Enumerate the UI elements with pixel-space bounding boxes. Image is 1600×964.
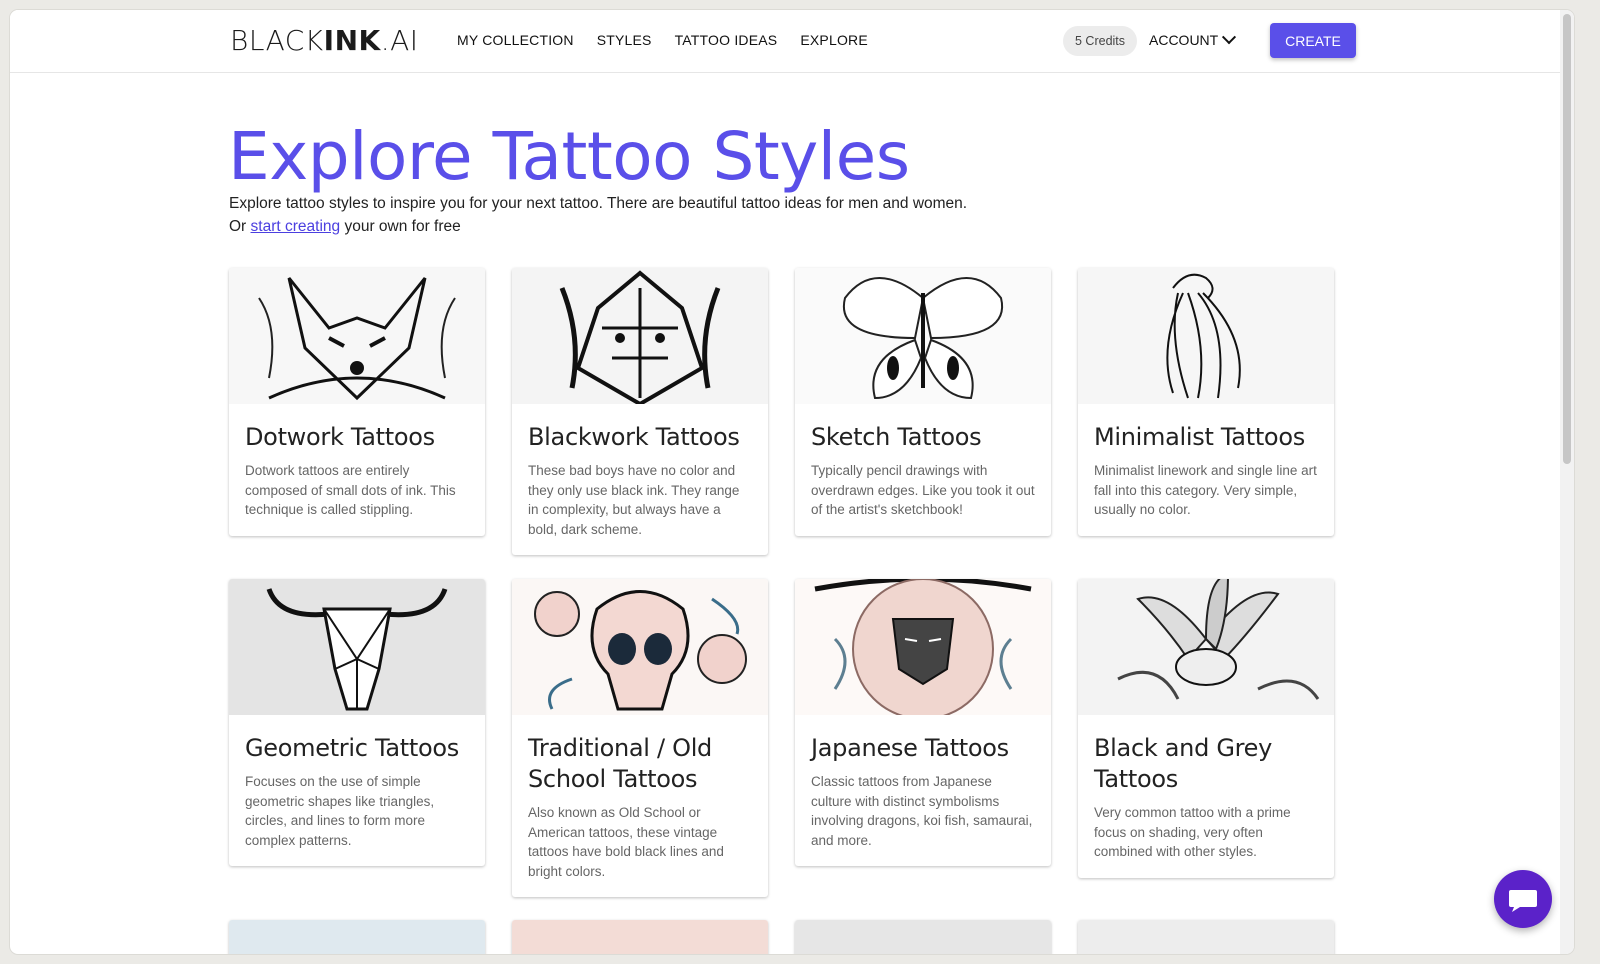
nav-my-collection[interactable]: MY COLLECTION xyxy=(457,32,574,48)
logo-text-light: BLACK xyxy=(230,24,324,57)
page-description: Explore tattoo styles to inspire you for… xyxy=(229,192,967,238)
style-card-traditional[interactable]: Traditional / Old School Tattoos Also kn… xyxy=(512,579,768,897)
description-prefix: Or xyxy=(229,218,251,235)
description-line-1: Explore tattoo styles to inspire you for… xyxy=(229,195,968,212)
logo[interactable]: BLACKINK.AI xyxy=(230,24,419,57)
page-title: Explore Tattoo Styles xyxy=(228,118,910,195)
flower-sketch-icon xyxy=(1078,579,1334,715)
card-description: Minimalist linework and single line art … xyxy=(1094,463,1317,517)
style-card-sketch[interactable]: Sketch Tattoos Typically pencil drawings… xyxy=(795,268,1051,536)
chevron-down-icon xyxy=(1222,30,1237,45)
fox-sketch-icon xyxy=(229,268,485,404)
card-title[interactable]: Blackwork Tattoos xyxy=(528,422,752,453)
butterfly-sketch-icon xyxy=(795,268,1051,404)
style-card-partial[interactable] xyxy=(1078,920,1334,954)
card-description: Focuses on the use of simple geometric s… xyxy=(245,774,435,848)
card-title[interactable]: Dotwork Tattoos xyxy=(245,422,469,453)
nav-explore[interactable]: EXPLORE xyxy=(800,32,868,48)
style-card-geometric[interactable]: Geometric Tattoos Focuses on the use of … xyxy=(229,579,485,866)
style-card-partial[interactable] xyxy=(795,920,1051,954)
style-card-blackwork[interactable]: Blackwork Tattoos These bad boys have no… xyxy=(512,268,768,555)
card-title[interactable]: Traditional / Old School Tattoos xyxy=(528,733,752,795)
logo-text-bold: INK xyxy=(323,24,381,57)
card-description: These bad boys have no color and they on… xyxy=(528,463,740,537)
style-card-partial[interactable] xyxy=(229,920,485,954)
chat-bubble-icon xyxy=(1509,890,1537,912)
credits-badge[interactable]: 5 Credits xyxy=(1063,26,1138,56)
card-description: Also known as Old School or American tat… xyxy=(528,805,724,879)
start-creating-link[interactable]: start creating xyxy=(251,218,341,235)
nav-tattoo-ideas[interactable]: TATTOO IDEAS xyxy=(675,32,778,48)
browser-window: BLACKINK.AI MY COLLECTION STYLES TATTOO … xyxy=(10,10,1574,954)
card-title[interactable]: Black and Grey Tattoos xyxy=(1094,733,1318,795)
bull-skull-sketch-icon xyxy=(229,579,485,715)
description-suffix: your own for free xyxy=(340,218,461,235)
description-line-2: Or start creating your own for free xyxy=(229,215,967,238)
jellyfish-sketch-icon xyxy=(1078,268,1334,404)
card-title[interactable]: Geometric Tattoos xyxy=(245,733,469,764)
card-description: Classic tattoos from Japanese culture wi… xyxy=(811,774,1033,848)
samurai-icon xyxy=(795,579,1051,715)
card-title[interactable]: Minimalist Tattoos xyxy=(1094,422,1318,453)
account-menu[interactable]: ACCOUNT xyxy=(1149,30,1237,48)
style-card-dotwork[interactable]: Dotwork Tattoos Dotwork tattoos are enti… xyxy=(229,268,485,536)
main-nav: MY COLLECTION STYLES TATTOO IDEAS EXPLOR… xyxy=(457,32,868,48)
scrollbar-thumb[interactable] xyxy=(1563,14,1571,464)
card-description: Very common tattoo with a prime focus on… xyxy=(1094,805,1291,859)
card-title[interactable]: Japanese Tattoos xyxy=(811,733,1035,764)
card-title[interactable]: Sketch Tattoos xyxy=(811,422,1035,453)
card-description: Typically pencil drawings with overdrawn… xyxy=(811,463,1035,517)
style-card-partial[interactable] xyxy=(512,920,768,954)
style-card-minimalist[interactable]: Minimalist Tattoos Minimalist linework a… xyxy=(1078,268,1334,536)
style-card-black-and-grey[interactable]: Black and Grey Tattoos Very common tatto… xyxy=(1078,579,1334,878)
chat-button[interactable] xyxy=(1494,870,1552,928)
lion-sketch-icon xyxy=(512,268,768,404)
top-navigation: BLACKINK.AI MY COLLECTION STYLES TATTOO … xyxy=(10,10,1574,73)
vertical-scrollbar[interactable] xyxy=(1560,10,1574,954)
logo-text-suffix: .AI xyxy=(380,24,419,57)
style-card-japanese[interactable]: Japanese Tattoos Classic tattoos from Ja… xyxy=(795,579,1051,866)
card-description: Dotwork tattoos are entirely composed of… xyxy=(245,463,456,517)
nav-styles[interactable]: STYLES xyxy=(597,32,652,48)
skull-roses-icon xyxy=(512,579,768,715)
create-button[interactable]: CREATE xyxy=(1270,23,1356,58)
account-label: ACCOUNT xyxy=(1149,32,1219,48)
